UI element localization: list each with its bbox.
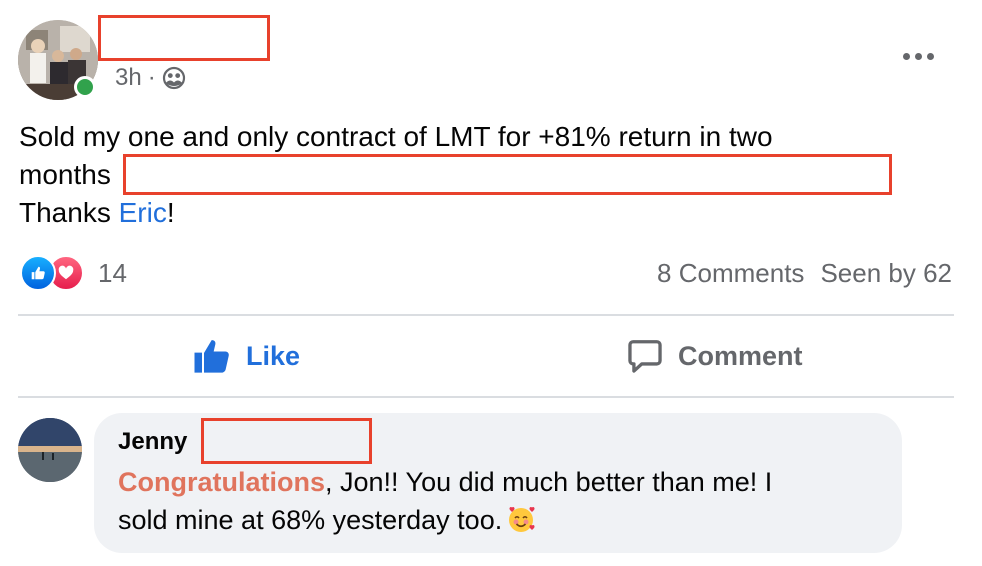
comment-line-1: Congratulations, Jon!! You did much bett… (118, 463, 888, 501)
comments-count-link[interactable]: 8 Comments (657, 258, 804, 289)
thanks-text: Thanks (19, 197, 119, 228)
thumbs-up-icon (194, 340, 229, 373)
post-text-line-3: Thanks Eric! (19, 194, 919, 232)
smiling-face-with-hearts-icon (509, 506, 535, 532)
comment-text: Congratulations, Jon!! You did much bett… (118, 463, 888, 539)
seen-by-link[interactable]: Seen by 62 (820, 258, 952, 289)
divider (18, 396, 954, 398)
comment-button[interactable]: Comment (626, 336, 803, 376)
redacted-post-text (123, 154, 892, 195)
commenter-photo (18, 418, 82, 482)
comment-label: Comment (678, 340, 803, 371)
mention-link[interactable]: Eric (119, 197, 167, 228)
more-dot (902, 52, 910, 60)
comment-bubble-icon (628, 340, 662, 373)
post-stats: 8 Comments Seen by 62 (657, 254, 952, 292)
like-button[interactable]: Like (192, 336, 300, 376)
comment-line-2: sold mine at 68% yesterday too. (118, 501, 888, 539)
post-text-line-1: Sold my one and only contract of LMT for… (19, 121, 773, 152)
like-label: Like (246, 340, 301, 371)
reactions-summary[interactable]: 14 (20, 254, 127, 292)
post-time[interactable]: 3h (115, 64, 142, 92)
online-status-indicator (74, 76, 96, 98)
divider (18, 314, 954, 316)
redacted-author-name (98, 15, 270, 61)
post-meta: 3h · (115, 62, 186, 94)
comment-line-2-text: sold mine at 68% yesterday too. (118, 505, 503, 535)
friends-icon[interactable] (162, 66, 186, 90)
redacted-commenter-name (201, 418, 372, 464)
comment-line-1-rest: , Jon!! You did much better than me! I (325, 467, 773, 497)
reaction-count: 14 (98, 257, 127, 288)
commenter-avatar[interactable] (18, 418, 82, 482)
like-reaction-icon (20, 255, 56, 291)
more-options-icon[interactable] (896, 42, 940, 70)
thanks-suffix: ! (166, 197, 175, 228)
commenter-name[interactable]: Jenny (118, 428, 187, 456)
highlighted-word: Congratulations (118, 467, 325, 497)
meta-separator: · (147, 64, 156, 91)
more-dot (926, 52, 934, 60)
more-dot (914, 52, 922, 60)
